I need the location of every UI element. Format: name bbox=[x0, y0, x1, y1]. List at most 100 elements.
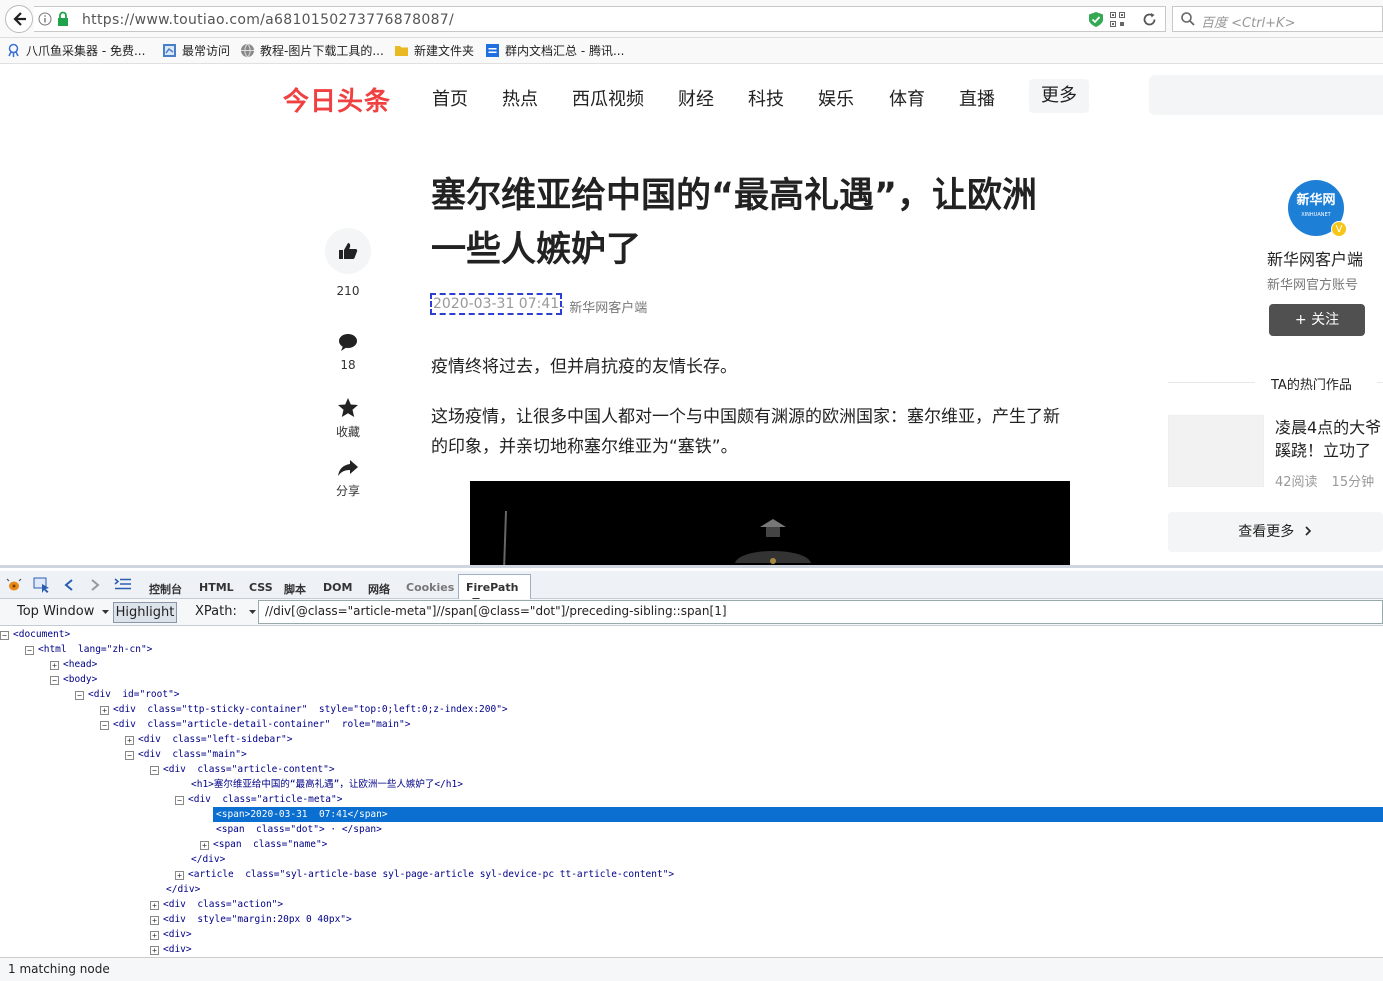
expand-toggle-icon[interactable]: + bbox=[150, 931, 159, 940]
collapse-toggle-icon[interactable]: − bbox=[25, 646, 34, 655]
tab-html[interactable]: HTML bbox=[199, 581, 234, 594]
bookmark-item[interactable]: 新建文件夹 bbox=[394, 42, 474, 59]
hot-work-thumbnail[interactable] bbox=[1168, 415, 1264, 487]
collapse-toggle-icon[interactable]: − bbox=[75, 691, 84, 700]
expand-toggle-icon[interactable]: + bbox=[200, 841, 209, 850]
address-bar[interactable]: https://www.toutiao.com/a681015027377687… bbox=[34, 6, 1166, 32]
firepath-toolbar: Top Window Highlight XPath: //div[@class… bbox=[0, 599, 1383, 626]
xpath-input[interactable]: //div[@class="article-meta"]//span[@clas… bbox=[258, 600, 1383, 624]
bookmark-item[interactable]: 八爪鱼采集器 - 免费... bbox=[6, 42, 145, 59]
dom-tree-node[interactable]: + <article class="syl-article-base syl-pa… bbox=[175, 867, 674, 882]
dom-tree-node[interactable]: </div> bbox=[166, 882, 200, 897]
dom-tree-node[interactable]: + <div style="margin:20px 0 40px"> bbox=[150, 912, 352, 927]
nav-item[interactable]: 直播 bbox=[959, 85, 995, 111]
nav-item[interactable]: 娱乐 bbox=[818, 85, 854, 111]
dom-tree-node[interactable]: <span class="dot"> · </span> bbox=[216, 822, 382, 837]
tab-console[interactable]: 控制台 bbox=[149, 581, 182, 597]
arrow-left-icon[interactable] bbox=[64, 579, 74, 591]
list-icon[interactable] bbox=[114, 578, 132, 591]
dom-tree-node[interactable]: + <div class="ttp-sticky-container" style… bbox=[100, 702, 508, 717]
dom-tree-node[interactable]: − <div class="article-content"> bbox=[150, 762, 335, 777]
tab-css[interactable]: CSS bbox=[249, 581, 273, 594]
tab-script[interactable]: 脚本 bbox=[284, 581, 306, 597]
firebug-devtools: 控制台 HTML CSS 脚本 DOM 网络 Cookies FirePath … bbox=[0, 565, 1383, 981]
dom-tree-node[interactable]: + <div class="action"> bbox=[150, 897, 283, 912]
dom-tree-node[interactable]: + <span class="name"> bbox=[200, 837, 327, 852]
expand-toggle-icon[interactable]: + bbox=[50, 661, 59, 670]
expand-toggle-icon[interactable]: + bbox=[125, 736, 134, 745]
highlight-button[interactable]: Highlight bbox=[113, 602, 177, 623]
profile-name[interactable]: 新华网客户端 bbox=[1267, 246, 1363, 270]
expand-toggle-icon[interactable]: + bbox=[150, 916, 159, 925]
page-viewport: 今日头条 首页 热点 西瓜视频 财经 科技 娱乐 体育 直播 更多 210 18… bbox=[0, 65, 1383, 565]
dom-tree-node[interactable]: − <div class="article-meta"> bbox=[175, 792, 342, 807]
see-more-button[interactable]: 查看更多 bbox=[1168, 512, 1383, 552]
arrow-right-icon[interactable] bbox=[90, 579, 100, 591]
shield-icon[interactable] bbox=[1088, 11, 1104, 28]
dom-tree-node[interactable]: − <div id="root"> bbox=[75, 687, 180, 702]
bookmark-item[interactable]: 教程-图片下载工具的... bbox=[240, 42, 384, 59]
tab-network[interactable]: 网络 bbox=[368, 581, 390, 597]
tab-firepath[interactable]: FirePath bbox=[458, 574, 531, 603]
collapse-toggle-icon[interactable]: − bbox=[50, 676, 59, 685]
url-text[interactable]: https://www.toutiao.com/a681015027377687… bbox=[82, 12, 454, 28]
collapse-toggle-icon[interactable]: − bbox=[150, 766, 159, 775]
devtools-tabbar: 控制台 HTML CSS 脚本 DOM 网络 Cookies FirePath bbox=[0, 571, 1383, 603]
search-box[interactable]: 百度 <Ctrl+K> bbox=[1172, 6, 1383, 32]
share-button[interactable]: 分享 bbox=[325, 459, 371, 499]
nav-item[interactable]: 首页 bbox=[432, 85, 468, 111]
lock-icon[interactable] bbox=[56, 11, 70, 27]
info-icon[interactable] bbox=[38, 12, 52, 26]
dom-tree-node[interactable]: − <document> bbox=[0, 627, 70, 642]
dom-tree-node[interactable]: − <body> bbox=[50, 672, 97, 687]
comment-button[interactable]: 18 bbox=[325, 333, 371, 372]
follow-button[interactable]: + 关注 bbox=[1269, 304, 1365, 336]
firebug-icon[interactable] bbox=[6, 578, 22, 592]
dom-tree-node[interactable]: + <div> bbox=[150, 942, 192, 957]
nav-item[interactable]: 科技 bbox=[748, 85, 784, 111]
dom-tree-node[interactable]: </div> bbox=[191, 852, 225, 867]
hot-work-title[interactable]: 凌晨4点的大爷 蹊跷！立功了 bbox=[1275, 416, 1381, 462]
nav-item[interactable]: 财经 bbox=[678, 85, 714, 111]
qr-code-icon[interactable] bbox=[1110, 12, 1125, 27]
collapse-toggle-icon[interactable]: − bbox=[125, 751, 134, 760]
back-button[interactable] bbox=[5, 5, 33, 33]
nav-more-button[interactable]: 更多 bbox=[1029, 79, 1089, 113]
bookmark-item[interactable]: 最常访问 bbox=[162, 42, 230, 59]
dropdown-arrow-icon bbox=[102, 610, 110, 614]
expand-toggle-icon[interactable]: + bbox=[150, 946, 159, 955]
dom-tree-node[interactable]: + <div class="left-sidebar"> bbox=[125, 732, 292, 747]
expand-toggle-icon[interactable]: + bbox=[175, 871, 184, 880]
dom-tree-node[interactable]: + <head> bbox=[50, 657, 97, 672]
dom-tree-node[interactable]: − <div class="main"> bbox=[125, 747, 247, 762]
bookmark-label: 教程-图片下载工具的... bbox=[260, 44, 384, 58]
dom-tree-node[interactable]: − <div class="article-detail-container" r… bbox=[100, 717, 410, 732]
bookmark-item[interactable]: 群内文档汇总 - 腾讯... bbox=[485, 42, 624, 59]
collapse-toggle-icon[interactable]: − bbox=[0, 631, 9, 640]
tab-cookies[interactable]: Cookies bbox=[406, 581, 454, 594]
xpath-dropdown[interactable]: XPath: bbox=[195, 604, 256, 619]
dom-node-markup: <head> bbox=[63, 659, 98, 670]
article-author[interactable]: · 新华网客户端 bbox=[561, 297, 647, 316]
like-button[interactable]: 210 bbox=[325, 228, 371, 298]
dom-node-markup: <div class="action"> bbox=[163, 899, 284, 910]
site-search-input[interactable] bbox=[1149, 75, 1383, 115]
collapse-toggle-icon[interactable]: − bbox=[100, 721, 109, 730]
expand-toggle-icon[interactable]: + bbox=[150, 901, 159, 910]
expand-toggle-icon[interactable]: + bbox=[100, 706, 109, 715]
dom-tree-node[interactable]: <h1>塞尔维亚给中国的“最高礼遇”，让欧洲一些人嫉妒了</h1> bbox=[191, 777, 463, 792]
nav-item[interactable]: 热点 bbox=[502, 85, 538, 111]
reload-icon[interactable] bbox=[1142, 12, 1157, 27]
inspect-icon[interactable] bbox=[33, 577, 51, 593]
nav-item[interactable]: 西瓜视频 bbox=[572, 85, 644, 111]
dom-tree-node[interactable]: + <div> bbox=[150, 927, 192, 942]
top-window-dropdown[interactable]: Top Window bbox=[17, 604, 110, 619]
site-logo[interactable]: 今日头条 bbox=[283, 81, 391, 118]
tab-dom[interactable]: DOM bbox=[323, 581, 352, 594]
avatar-subtext: XINHUANET bbox=[1301, 212, 1331, 218]
collapse-toggle-icon[interactable]: − bbox=[175, 796, 184, 805]
nav-item[interactable]: 体育 bbox=[889, 85, 925, 111]
collect-button[interactable]: 收藏 bbox=[325, 397, 371, 440]
dom-tree-node[interactable]: − <html lang="zh-cn"> bbox=[25, 642, 152, 657]
dom-tree-node[interactable]: <span>2020-03-31 07:41</span> bbox=[216, 807, 388, 822]
